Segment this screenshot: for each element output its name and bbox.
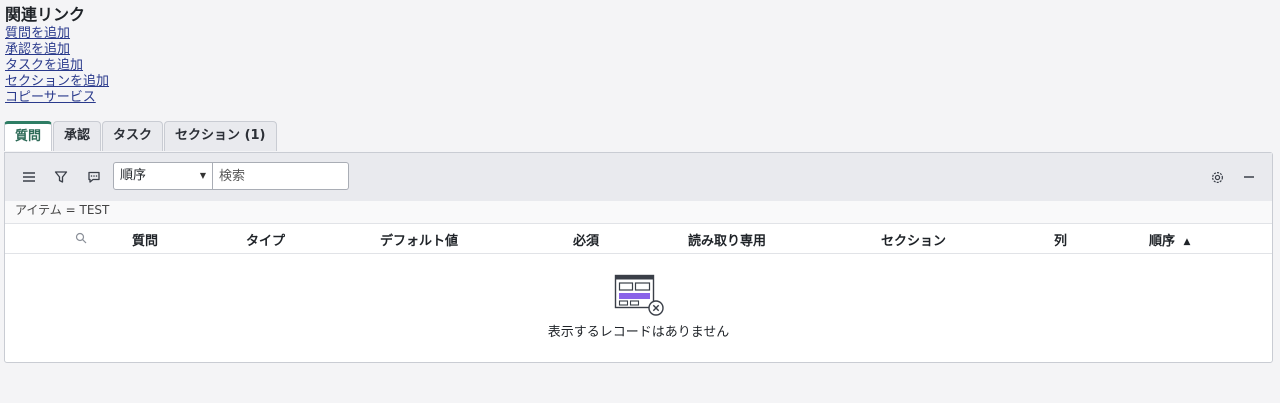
filter-icon[interactable] (51, 167, 71, 187)
search-icon[interactable] (75, 232, 87, 248)
related-links: 関連リンク 質問を追加 承認を追加 タスクを追加 セクションを追加 コピーサービ… (5, 4, 109, 106)
list-toolbar: 順序 ▼ (5, 153, 1272, 201)
gear-icon[interactable] (1207, 167, 1227, 187)
column-header-read-only[interactable]: 読み取り専用 (688, 230, 766, 249)
column-header-question[interactable]: 質問 (132, 230, 158, 249)
tab-bar: 質問 承認 タスク セクション (1) (4, 121, 278, 151)
column-header-section[interactable]: セクション (881, 230, 946, 249)
column-header-type[interactable]: タイプ (246, 230, 285, 249)
add-question-link[interactable]: 質問を追加 (5, 26, 109, 42)
copy-service-link[interactable]: コピーサービス (5, 90, 109, 106)
column-header-order-label: 順序 (1149, 234, 1176, 249)
hamburger-menu-icon[interactable] (19, 167, 39, 187)
add-section-link[interactable]: セクションを追加 (5, 74, 109, 90)
tab-sections[interactable]: セクション (1) (164, 121, 277, 151)
minimize-icon[interactable] (1239, 167, 1259, 187)
empty-message: 表示するレコードはありません (547, 325, 730, 340)
add-approval-link[interactable]: 承認を追加 (5, 42, 109, 58)
list-panel: 順序 ▼ アイテム = TEST 質問 タイプ デフォルト値 必須 読み取り専用… (4, 152, 1273, 363)
filter-breadcrumb[interactable]: アイテム = TEST (5, 201, 1272, 224)
tab-tasks[interactable]: タスク (102, 121, 164, 151)
tab-questions[interactable]: 質問 (4, 121, 53, 151)
sort-field-select[interactable]: 順序 ▼ (113, 162, 213, 190)
column-header-column[interactable]: 列 (1054, 230, 1067, 249)
add-task-link[interactable]: タスクを追加 (5, 58, 109, 74)
search-input[interactable] (213, 162, 349, 190)
dropdown-arrow-icon: ▼ (199, 171, 206, 180)
column-header-mandatory[interactable]: 必須 (573, 230, 599, 249)
no-records-icon (614, 274, 664, 316)
sort-ascending-icon: ▲ (1183, 237, 1191, 247)
tab-approvals[interactable]: 承認 (53, 121, 102, 151)
sort-field-value: 順序 (120, 168, 147, 183)
column-header-order[interactable]: 順序 ▲ (1149, 230, 1190, 249)
comment-icon[interactable] (84, 167, 104, 187)
column-header-default-value[interactable]: デフォルト値 (380, 230, 458, 249)
table-header: 質問 タイプ デフォルト値 必須 読み取り専用 セクション 列 順序 ▲ (5, 224, 1272, 254)
related-links-title: 関連リンク (5, 5, 86, 24)
